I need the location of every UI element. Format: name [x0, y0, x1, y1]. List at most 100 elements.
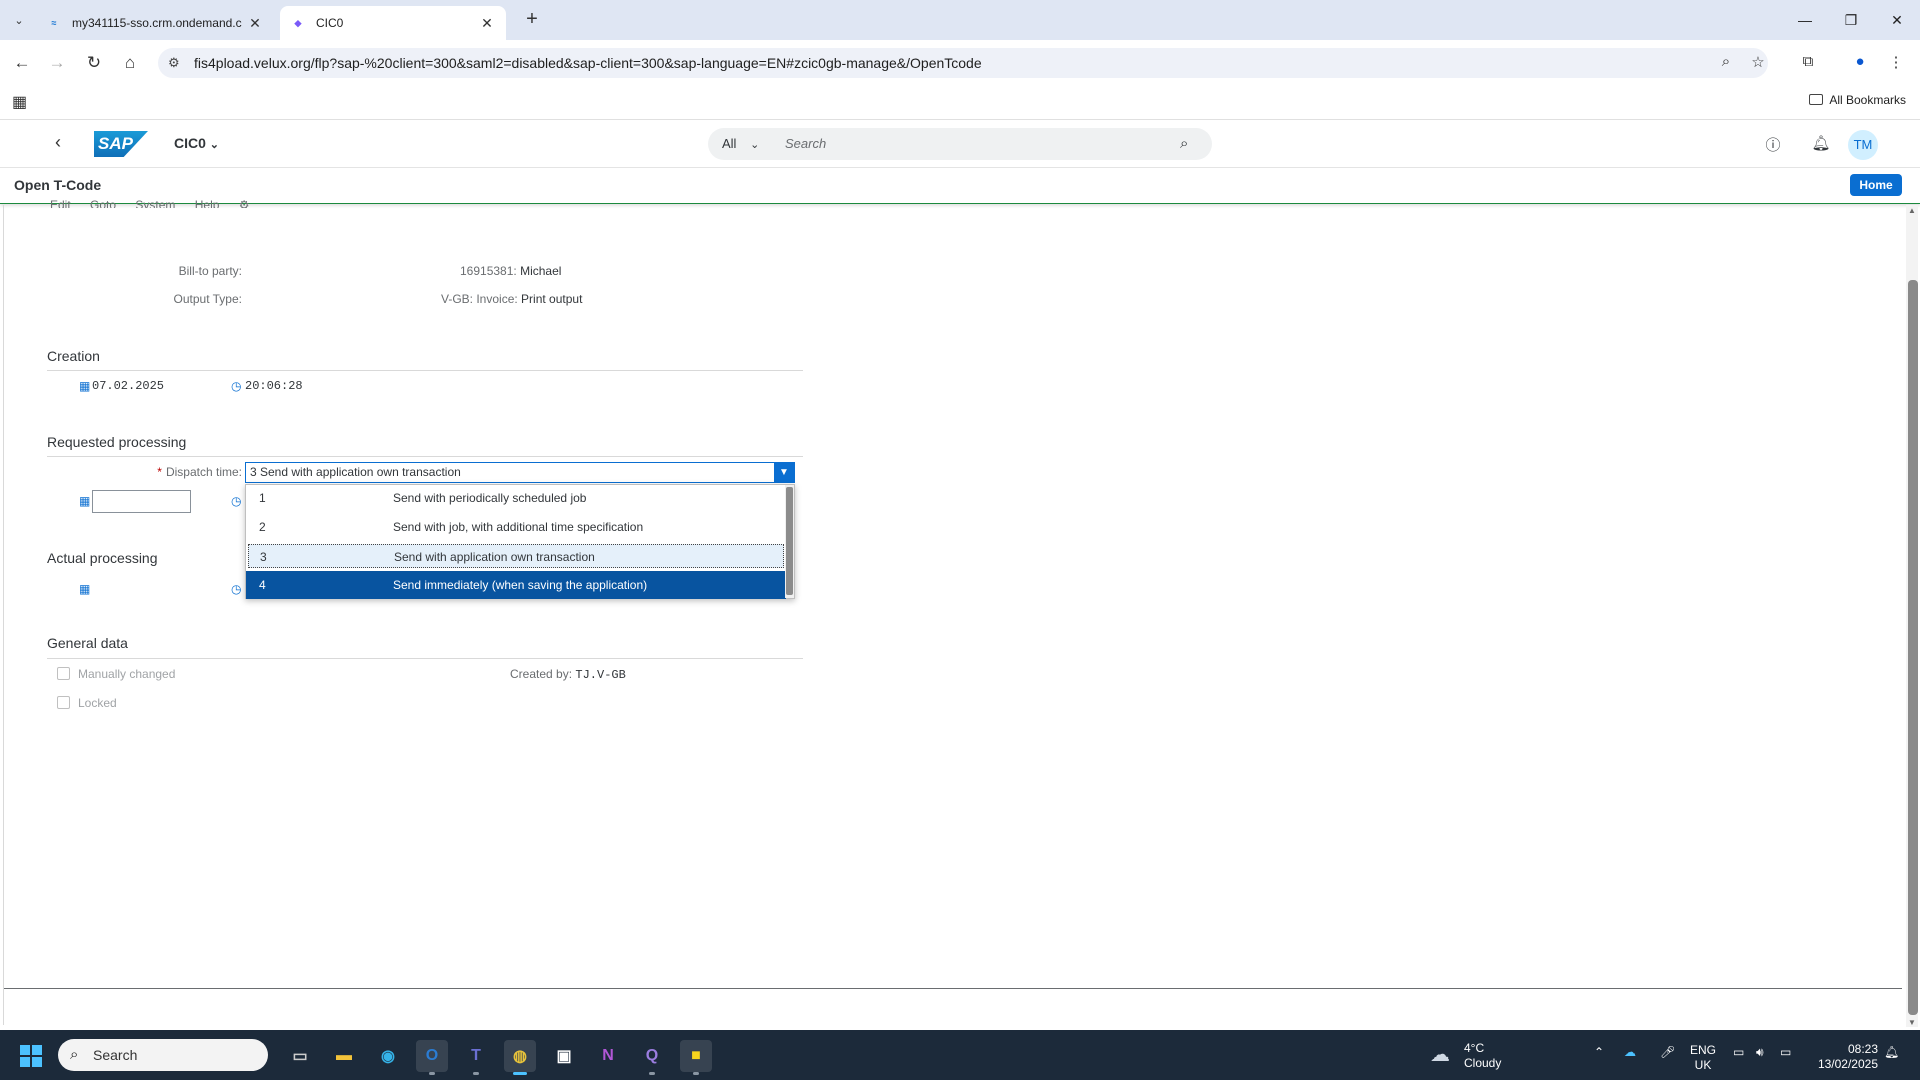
- weather-text: Cloudy: [1464, 1056, 1502, 1070]
- running-indicator: [693, 1072, 699, 1075]
- clock-icon: ◷: [231, 582, 242, 596]
- profile-icon[interactable]: ●: [1850, 53, 1870, 73]
- reload-icon[interactable]: ↻: [82, 51, 106, 75]
- scroll-down-icon[interactable]: ▼: [1908, 1018, 1916, 1027]
- dispatch-time-combobox[interactable]: 3 Send with application own transaction …: [245, 462, 795, 483]
- task-view-icon[interactable]: ▭: [284, 1040, 316, 1072]
- language-indicator[interactable]: ENG UK: [1688, 1043, 1718, 1073]
- running-indicator: [649, 1072, 655, 1075]
- cloud-icon[interactable]: ☁: [1430, 1042, 1450, 1067]
- bell-icon[interactable]: 🔔︎: [1810, 134, 1832, 156]
- created-by: Created by: TJ.V-GB: [510, 667, 626, 682]
- tab-search-dropdown-icon[interactable]: ⌄: [8, 9, 30, 31]
- running-indicator: [513, 1072, 527, 1075]
- apps-grid-icon[interactable]: ▦: [12, 92, 27, 112]
- dropdown-option-1[interactable]: 1 Send with periodically scheduled job: [246, 486, 786, 510]
- dropdown-option-4[interactable]: 4 Send immediately (when saving the appli…: [246, 571, 786, 599]
- requested-date-input[interactable]: [92, 490, 191, 513]
- bill-to-label: Bill-to party:: [178, 264, 242, 278]
- divider: [47, 658, 803, 659]
- chevron-up-icon[interactable]: ⌃: [1594, 1045, 1604, 1059]
- home-button[interactable]: Home: [1850, 174, 1902, 196]
- microphone-icon[interactable]: 🎤︎: [1660, 1045, 1675, 1059]
- section-requested-title: Requested processing: [47, 434, 187, 450]
- minimize-icon[interactable]: —: [1782, 0, 1828, 40]
- option-text: Send with periodically scheduled job: [393, 491, 587, 505]
- chrome-icon[interactable]: ◍: [504, 1040, 536, 1072]
- battery-icon[interactable]: ▭: [1780, 1045, 1791, 1059]
- menu-icon[interactable]: ⋮: [1886, 53, 1906, 73]
- search-icon: ⌕: [70, 1046, 79, 1063]
- new-tab-button[interactable]: +: [520, 8, 544, 32]
- scroll-up-icon[interactable]: ▲: [1908, 206, 1916, 215]
- shell-back-icon[interactable]: ‹: [55, 132, 61, 153]
- forward-icon[interactable]: →: [45, 51, 69, 75]
- sap-icon: ≈: [51, 18, 57, 28]
- app-title: CIC0: [174, 135, 206, 151]
- scrollbar-thumb[interactable]: [1908, 280, 1918, 1015]
- all-bookmarks[interactable]: All Bookmarks: [1809, 93, 1906, 107]
- edge-icon[interactable]: ◉: [372, 1040, 404, 1072]
- close-icon[interactable]: ✕: [246, 15, 264, 32]
- onenote-icon[interactable]: N: [592, 1040, 624, 1072]
- output-type-value: V-GB: Invoice: Print output: [441, 292, 582, 306]
- dropdown-option-3[interactable]: 3 Send with application own transaction: [248, 544, 784, 568]
- taskbar-search-label: Search: [93, 1047, 138, 1063]
- home-icon[interactable]: ⌂: [118, 51, 142, 75]
- star-icon[interactable]: ☆: [1748, 53, 1768, 73]
- notification-bell-icon[interactable]: 🔔︎: [1884, 1045, 1899, 1059]
- sticky-notes-icon[interactable]: ■: [680, 1040, 712, 1072]
- app-title-menu[interactable]: CIC0 ⌄: [174, 135, 219, 151]
- back-icon[interactable]: ←: [10, 51, 34, 75]
- section-creation-title: Creation: [47, 348, 100, 364]
- shell-search-box[interactable]: [708, 128, 1212, 160]
- clock[interactable]: 08:23 13/02/2025: [1806, 1042, 1878, 1072]
- search-icon[interactable]: ⌕: [1180, 135, 1188, 152]
- weather-temp: 4°C: [1464, 1041, 1485, 1055]
- clock-icon[interactable]: ◷: [231, 494, 241, 508]
- sap-logon-icon[interactable]: ▣: [548, 1040, 580, 1072]
- network-icon[interactable]: ▭: [1733, 1045, 1744, 1059]
- dispatch-time-label: * Dispatch time:: [130, 465, 242, 479]
- file-explorer-icon[interactable]: ▬: [328, 1040, 360, 1072]
- close-icon[interactable]: ✕: [478, 15, 496, 32]
- calendar-icon: ▦: [79, 379, 91, 393]
- site-info-icon[interactable]: ⚙: [168, 55, 180, 71]
- volume-icon[interactable]: 🔊︎: [1756, 1045, 1764, 1060]
- dispatch-time-dropdown: 1 Send with periodically scheduled job 2 S…: [245, 484, 795, 599]
- tab-crm[interactable]: ≈ my341115-sso.crm.ondemand.c ✕: [36, 6, 274, 40]
- search-scope-select[interactable]: All ⌄: [722, 136, 759, 151]
- windows-start-icon[interactable]: [20, 1045, 42, 1067]
- clock-date: 13/02/2025: [1817, 1057, 1878, 1071]
- created-by-label: Created by:: [510, 667, 573, 681]
- created-by-value: TJ.V-GB: [575, 668, 626, 682]
- bill-to-id: 16915381:: [460, 264, 517, 278]
- window-close-icon[interactable]: ✕: [1874, 0, 1920, 40]
- option-key: 4: [259, 578, 266, 592]
- search-input[interactable]: Search: [785, 136, 826, 151]
- extensions-icon[interactable]: ⧉: [1798, 53, 1818, 73]
- output-type-label: Output Type:: [173, 292, 243, 306]
- locked-checkbox[interactable]: [57, 696, 70, 709]
- chevron-down-icon: ⌄: [209, 139, 220, 151]
- calendar-icon[interactable]: ▦: [79, 494, 90, 508]
- zoom-icon[interactable]: ⌕: [1716, 53, 1736, 73]
- app-q-icon[interactable]: Q: [636, 1040, 668, 1072]
- taskbar-search[interactable]: [58, 1039, 268, 1071]
- restore-icon[interactable]: ❐: [1828, 0, 1874, 40]
- tab-cic0[interactable]: ◆ CIC0 ✕: [280, 6, 506, 40]
- chevron-down-icon[interactable]: ▼: [774, 463, 794, 482]
- help-icon[interactable]: ⓘ: [1762, 134, 1784, 156]
- required-icon: *: [157, 465, 162, 479]
- outlook-icon[interactable]: O: [416, 1040, 448, 1072]
- manually-changed-checkbox[interactable]: [57, 667, 70, 680]
- avatar[interactable]: TM: [1848, 130, 1878, 160]
- weather[interactable]: 4°C Cloudy: [1464, 1041, 1501, 1071]
- address-url[interactable]: fis4pload.velux.org/flp?sap-%20client=30…: [194, 55, 982, 71]
- clock-time: 08:23: [1847, 1042, 1878, 1056]
- teams-icon[interactable]: T: [460, 1040, 492, 1072]
- dropdown-option-2[interactable]: 2 Send with job, with additional time spe…: [246, 515, 786, 539]
- onedrive-icon[interactable]: ☁: [1624, 1045, 1636, 1059]
- dropdown-scrollbar[interactable]: [785, 485, 794, 598]
- scrollbar-thumb[interactable]: [786, 487, 793, 595]
